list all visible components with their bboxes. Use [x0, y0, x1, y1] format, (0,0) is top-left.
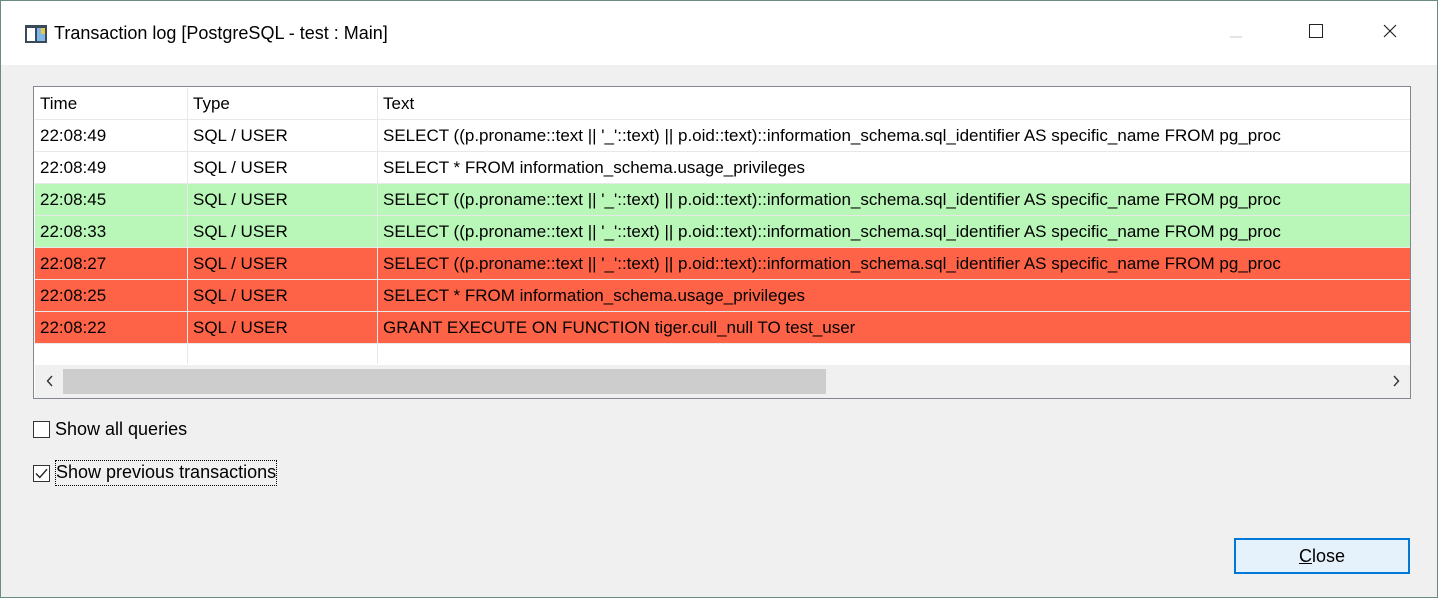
scrollbar-thumb[interactable]	[63, 369, 826, 394]
cell-time: 22:08:49	[35, 152, 188, 184]
cell-time: 22:08:27	[35, 248, 188, 280]
transaction-log-window: Transaction log [PostgreSQL - test : Mai…	[0, 0, 1438, 598]
table-row[interactable]: 22:08:49 SQL / USER SELECT * FROM inform…	[35, 152, 1410, 184]
table-row[interactable]: 22:08:49 SQL / USER SELECT ((p.proname::…	[35, 120, 1410, 152]
table-row[interactable]: 22:08:22 SQL / USER GRANT EXECUTE ON FUN…	[35, 312, 1410, 344]
column-header-time[interactable]: Time	[35, 88, 188, 120]
cell-time: 22:08:22	[35, 312, 188, 344]
title-bar[interactable]: Transaction log [PostgreSQL - test : Mai…	[1, 1, 1437, 65]
table-row[interactable]: 22:08:45 SQL / USER SELECT ((p.proname::…	[35, 184, 1410, 216]
cell-time: 22:08:49	[35, 120, 188, 152]
column-header-type[interactable]: Type	[188, 88, 378, 120]
cell-type: SQL / USER	[188, 184, 378, 216]
cell-text: SELECT ((p.proname::text || '_'::text) |…	[383, 190, 1281, 209]
cell-type: SQL / USER	[188, 120, 378, 152]
chevron-right-icon	[1392, 372, 1400, 392]
show-all-queries-checkbox[interactable]: Show all queries	[33, 419, 187, 440]
table-body: Time Type Text 22:08:49 SQL / USER SELEC…	[35, 88, 1410, 364]
cell-type: SQL / USER	[188, 248, 378, 280]
chevron-left-icon	[46, 372, 54, 392]
cell-text: SELECT ((p.proname::text || '_'::text) |…	[383, 222, 1281, 241]
cell-type: SQL / USER	[188, 280, 378, 312]
minimize-icon	[1230, 23, 1242, 43]
table-header-row: Time Type Text	[35, 88, 1410, 120]
cell-empty	[35, 344, 188, 364]
cell-type: SQL / USER	[188, 216, 378, 248]
maximize-button[interactable]	[1293, 15, 1339, 51]
window-title: Transaction log [PostgreSQL - test : Mai…	[54, 23, 388, 43]
show-previous-transactions-checkbox[interactable]: Show previous transactions	[33, 460, 278, 486]
app-icon	[25, 25, 47, 43]
checkbox-box[interactable]	[33, 463, 50, 484]
scroll-left-button[interactable]	[35, 365, 65, 398]
table-row[interactable]: 22:08:27 SQL / USER SELECT ((p.proname::…	[35, 248, 1410, 280]
table-row[interactable]: 22:08:33 SQL / USER SELECT ((p.proname::…	[35, 216, 1410, 248]
cell-text: SELECT ((p.proname::text || '_'::text) |…	[383, 126, 1281, 145]
show-previous-transactions-label: Show previous transactions	[55, 460, 278, 486]
cell-empty	[188, 344, 378, 364]
cell-time: 22:08:45	[35, 184, 188, 216]
minimize-button[interactable]	[1213, 15, 1259, 51]
close-button-label: lose	[1311, 545, 1346, 566]
cell-text: SELECT * FROM information_schema.usage_p…	[383, 158, 806, 177]
cell-type: SQL / USER	[188, 152, 378, 184]
close-window-button[interactable]	[1367, 15, 1413, 51]
checkbox-box[interactable]	[33, 421, 50, 438]
column-header-text[interactable]: Text	[378, 88, 1410, 120]
cell-text: SELECT ((p.proname::text || '_'::text) |…	[383, 254, 1281, 273]
transaction-table[interactable]: Time Type Text 22:08:49 SQL / USER SELEC…	[33, 86, 1411, 399]
close-button[interactable]: Close	[1234, 538, 1410, 574]
checkmark-icon	[35, 463, 48, 484]
table-row[interactable]: 22:08:25 SQL / USER SELECT * FROM inform…	[35, 280, 1410, 312]
close-icon	[1383, 23, 1397, 43]
table-row-empty	[35, 344, 1410, 364]
cell-text: GRANT EXECUTE ON FUNCTION tiger.cull_nul…	[383, 318, 856, 337]
maximize-icon	[1309, 23, 1323, 43]
cell-empty	[378, 344, 1410, 364]
cell-time: 22:08:25	[35, 280, 188, 312]
horizontal-scrollbar[interactable]	[35, 365, 1410, 398]
scroll-right-button[interactable]	[1381, 365, 1410, 398]
show-all-queries-label: Show all queries	[55, 419, 188, 439]
cell-text: SELECT * FROM information_schema.usage_p…	[383, 286, 806, 305]
close-button-mnemonic: C	[1298, 545, 1312, 566]
cell-type: SQL / USER	[188, 312, 378, 344]
cell-time: 22:08:33	[35, 216, 188, 248]
